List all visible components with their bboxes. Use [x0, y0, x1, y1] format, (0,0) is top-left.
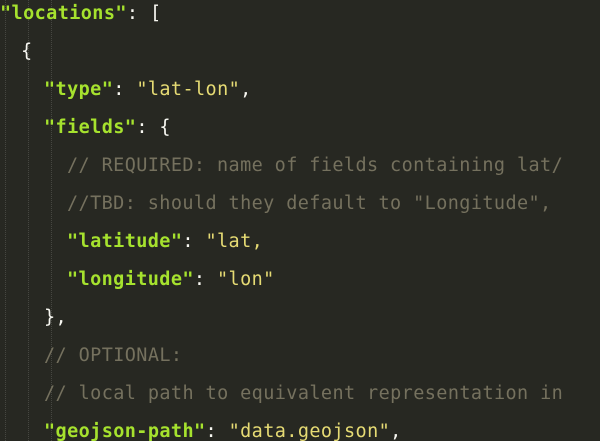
punctuation: ,: [390, 421, 402, 441]
punctuation: :: [113, 79, 137, 100]
code-comment: // OPTIONAL:: [44, 345, 183, 366]
code-editor[interactable]: "locations": [{"type": "lat-lon", "fields…: [0, 0, 600, 441]
json-key: "geojson-path": [44, 421, 206, 441]
json-string-value: "lat-lon": [136, 79, 241, 100]
json-key: "longitude": [67, 269, 194, 290]
code-line: // local path to equivalent representati…: [0, 375, 600, 413]
code-line: // REQUIRED: name of fields containing l…: [0, 147, 600, 185]
punctuation: :: [193, 269, 217, 290]
code-line: },: [0, 299, 600, 337]
code-line: {: [0, 33, 600, 71]
punctuation: : {: [136, 117, 171, 138]
code-line: "latitude": "lat,: [0, 223, 600, 261]
code-line: //TBD: should they default to "Longitude…: [0, 185, 600, 223]
json-string-value: "lon": [217, 269, 275, 290]
json-key: "latitude": [67, 231, 183, 252]
code-comment: // REQUIRED: name of fields containing l…: [67, 155, 564, 176]
code-line: "locations": [: [0, 0, 600, 33]
code-comment: //TBD: should they default to "Longitude…: [67, 193, 552, 214]
json-key: "type": [44, 79, 114, 100]
punctuation: :: [205, 421, 229, 441]
json-key: "fields": [44, 117, 137, 138]
code-comment: // local path to equivalent representati…: [44, 383, 564, 404]
punctuation: {: [21, 41, 33, 62]
code-line: // OPTIONAL:: [0, 337, 600, 375]
json-string-value: "lat,: [205, 231, 264, 252]
code-line: "geojson-path": "data.geojson",: [0, 413, 600, 441]
punctuation: ,: [240, 79, 252, 100]
code-line: "fields": {: [0, 109, 600, 147]
json-key: "locations": [0, 3, 127, 24]
punctuation: },: [44, 307, 68, 328]
code-line: "longitude": "lon": [0, 261, 600, 299]
punctuation: : [: [126, 3, 162, 24]
code-line: "type": "lat-lon",: [0, 71, 600, 109]
punctuation: :: [182, 231, 206, 252]
json-string-value: "data.geojson": [228, 421, 391, 441]
